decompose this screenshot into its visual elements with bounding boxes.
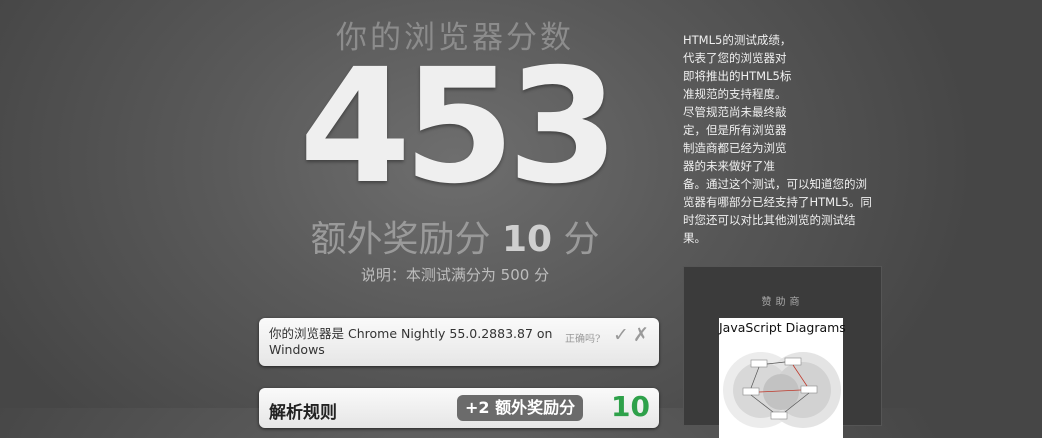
description-line: 备。通过这个测试，可以知道您的浏	[683, 177, 867, 191]
sponsor-title: 赞助商	[761, 297, 804, 308]
description-line: 览器有哪部分已经支持了HTML5。同	[683, 195, 872, 209]
browser-info-text: 你的浏览器是 Chrome Nightly 55.0.2883.87 on Wi…	[269, 326, 553, 357]
description-line: 时您还可以对比其他浏览的测试结	[683, 213, 856, 227]
browser-info-card: 你的浏览器是 Chrome Nightly 55.0.2883.87 on Wi…	[259, 318, 659, 366]
diagram-illustration	[723, 352, 841, 428]
check-icon[interactable]: ✓	[613, 324, 629, 346]
close-icon[interactable]: ✗	[633, 324, 649, 346]
bonus-badge: +2 额外奖励分	[457, 395, 584, 421]
description-line: HTML5的测试成绩，	[683, 33, 792, 47]
test-description: HTML5的测试成绩， 代表了您的浏览器对 即将推出的HTML5标 准规范的支持…	[683, 31, 879, 247]
max-score-note: 说明：本测试满分为 500 分	[360, 266, 550, 284]
description-line: 代表了您的浏览器对	[683, 51, 787, 65]
browser-score: 453	[299, 35, 619, 219]
parsing-rules-card[interactable]: 解析规则 +2 额外奖励分 10	[259, 388, 659, 428]
parsing-rules-title: 解析规则	[269, 403, 337, 423]
bonus-prefix: 额外奖励分	[310, 219, 491, 260]
section-score: 10	[611, 390, 650, 423]
description-line: 准规范的支持程度。	[683, 87, 787, 101]
ad-title: JavaScript Diagrams	[719, 320, 846, 335]
description-line: 制造商都已经为浏览	[683, 141, 787, 155]
sponsor-ad[interactable]: JavaScript Diagrams	[719, 318, 846, 438]
description-line: 器的未来做好了准	[683, 159, 775, 173]
description-line: 尽管规范尚未最终敲	[683, 105, 787, 119]
correct-question: 正确吗?	[565, 334, 601, 345]
bonus-value: 10	[501, 219, 553, 260]
description-line: 果。	[683, 231, 706, 245]
bonus-points: 额外奖励分 10 分	[255, 210, 655, 262]
description-line: 定，但是所有浏览器	[683, 123, 787, 137]
sponsor-box: 赞助商 JavaScript Diagrams	[683, 266, 882, 438]
bonus-suffix: 分	[563, 219, 600, 260]
description-line: 即将推出的HTML5标	[683, 69, 792, 83]
